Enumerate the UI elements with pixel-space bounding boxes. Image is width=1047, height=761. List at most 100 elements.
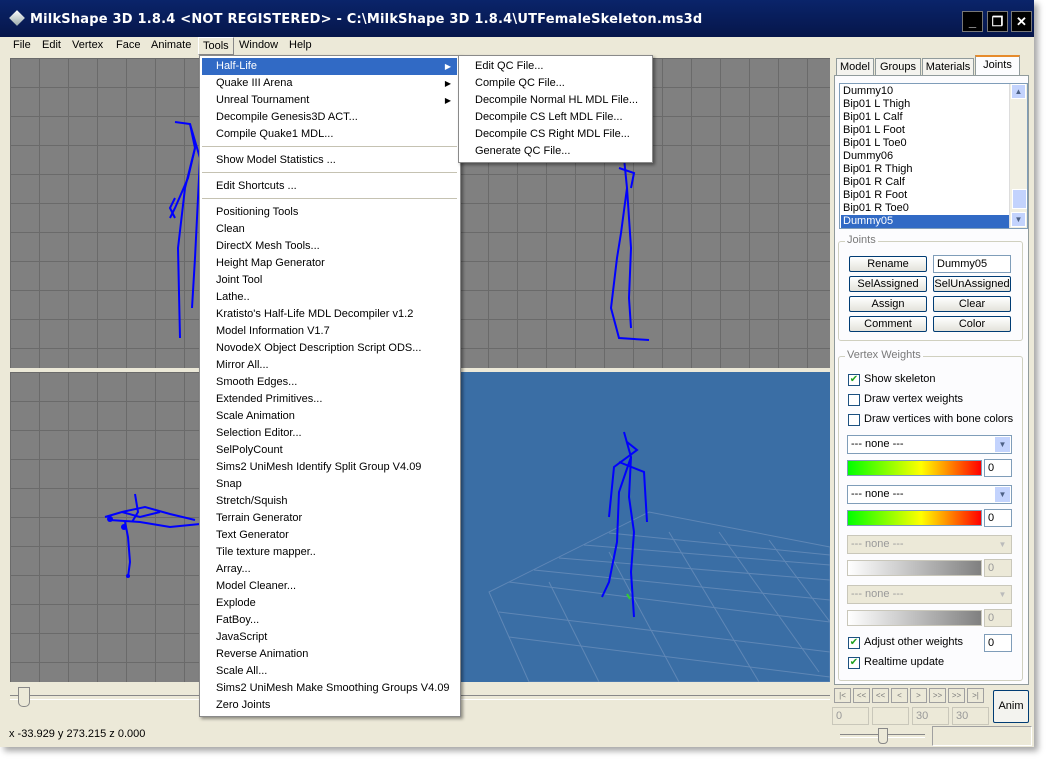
menu-file[interactable]: File	[9, 37, 35, 55]
show-skeleton-checkbox[interactable]: ✔	[848, 374, 860, 386]
timeline-thumb[interactable]	[18, 687, 30, 707]
menu-window[interactable]: Window	[235, 37, 282, 55]
menu-item-half-life[interactable]: Half-Life ▶	[202, 58, 457, 75]
adjust-other-weights-checkbox[interactable]: ✔	[848, 637, 860, 649]
chevron-down-icon[interactable]: ▼	[995, 437, 1010, 452]
menu-item-decompile-normal[interactable]: Decompile Normal HL MDL File...	[461, 92, 649, 109]
nav-prev-key-button[interactable]: <<	[853, 688, 870, 703]
maximize-button[interactable]: ❐	[987, 11, 1008, 32]
tab-joints[interactable]: Joints	[975, 55, 1020, 75]
rename-button[interactable]: Rename	[849, 256, 927, 272]
list-item[interactable]: Bip01 R Calf	[843, 176, 905, 189]
list-item[interactable]: Bip01 R Thigh	[843, 163, 913, 176]
list-item[interactable]: Dummy06	[843, 150, 893, 163]
menu-item-plugin[interactable]: Sims2 UniMesh Make Smoothing Groups V4.0…	[202, 680, 457, 697]
menu-item-plugin[interactable]: Smooth Edges...	[202, 374, 457, 391]
menu-item-plugin[interactable]: Scale Animation	[202, 408, 457, 425]
menu-item-plugin[interactable]: Terrain Generator	[202, 510, 457, 527]
weight-bar-1[interactable]	[847, 460, 982, 476]
sel-assigned-button[interactable]: SelAssigned	[849, 276, 927, 292]
menu-item-plugin[interactable]: Extended Primitives...	[202, 391, 457, 408]
nav-prev-button[interactable]: <	[891, 688, 908, 703]
draw-vertex-weights-checkbox[interactable]	[848, 394, 860, 406]
menu-item-plugin[interactable]: Array...	[202, 561, 457, 578]
viewport-3d[interactable]	[459, 372, 830, 682]
tab-model[interactable]: Model	[836, 58, 874, 75]
scroll-up-icon[interactable]: ▲	[1011, 84, 1026, 99]
menu-item-quake3[interactable]: Quake III Arena ▶	[202, 75, 457, 92]
menu-item-plugin[interactable]: Sims2 UniMesh Identify Split Group V4.09	[202, 459, 457, 476]
clear-button[interactable]: Clear	[933, 296, 1011, 312]
list-item[interactable]: Bip01 R Toe0	[843, 202, 909, 215]
menu-item-plugin[interactable]: NovodeX Object Description Script ODS...	[202, 340, 457, 357]
scroll-thumb[interactable]	[1012, 189, 1027, 209]
menu-item-plugin[interactable]: Lathe..	[202, 289, 457, 306]
chevron-down-icon[interactable]: ▼	[995, 487, 1010, 502]
menu-item-edit-qc[interactable]: Edit QC File...	[461, 58, 649, 75]
sel-unassigned-button[interactable]: SelUnAssigned	[933, 276, 1011, 292]
nav-forward-button[interactable]: >>	[929, 688, 946, 703]
scroll-down-icon[interactable]: ▼	[1011, 212, 1026, 227]
frame-end-field[interactable]: 30	[912, 707, 949, 725]
nav-last-button[interactable]: >|	[967, 688, 984, 703]
close-button[interactable]: ✕	[1011, 11, 1032, 32]
list-item[interactable]: Bip01 R Foot	[843, 189, 907, 202]
menu-item-edit-shortcuts[interactable]: Edit Shortcuts ...	[202, 178, 457, 195]
menu-item-plugin[interactable]: Positioning Tools	[202, 204, 457, 221]
list-item[interactable]: Dummy10	[843, 85, 893, 98]
menu-item-plugin[interactable]: SelPolyCount	[202, 442, 457, 459]
menu-item-plugin[interactable]: Snap	[202, 476, 457, 493]
adjust-weights-value[interactable]: 0	[984, 634, 1012, 652]
nav-first-button[interactable]: |<	[834, 688, 851, 703]
assign-button[interactable]: Assign	[849, 296, 927, 312]
nav-rewind-button[interactable]: <<	[872, 688, 889, 703]
joint-list[interactable]: Dummy10 Bip01 L Thigh Bip01 L Calf Bip01…	[839, 83, 1028, 229]
menu-animate[interactable]: Animate	[147, 37, 195, 55]
nav-next-button[interactable]: >	[910, 688, 927, 703]
bone-combo-2[interactable]: --- none --- ▼	[847, 485, 1012, 504]
menu-item-plugin[interactable]: Height Map Generator	[202, 255, 457, 272]
menu-item-plugin[interactable]: Kratisto's Half-Life MDL Decompiler v1.2	[202, 306, 457, 323]
menu-item-plugin[interactable]: Selection Editor...	[202, 425, 457, 442]
weight-bar-2[interactable]	[847, 510, 982, 526]
list-item[interactable]: Bip01 L Calf	[843, 111, 903, 124]
frame-current-field[interactable]	[872, 707, 909, 725]
menu-tools[interactable]: Tools	[198, 37, 234, 55]
menu-item-generate-qc[interactable]: Generate QC File...	[461, 143, 649, 160]
joint-name-field[interactable]: Dummy05	[933, 255, 1011, 273]
menu-item-plugin[interactable]: Stretch/Squish	[202, 493, 457, 510]
tab-materials[interactable]: Materials	[922, 58, 974, 75]
menu-item-unreal[interactable]: Unreal Tournament ▶	[202, 92, 457, 109]
menu-item-plugin[interactable]: Text Generator	[202, 527, 457, 544]
menu-vertex[interactable]: Vertex	[68, 37, 107, 55]
menu-item-compile-qc[interactable]: Compile QC File...	[461, 75, 649, 92]
menu-item-plugin[interactable]: Model Information V1.7	[202, 323, 457, 340]
menu-face[interactable]: Face	[112, 37, 144, 55]
bone-combo-1[interactable]: --- none --- ▼	[847, 435, 1012, 454]
draw-bone-colors-checkbox[interactable]	[848, 414, 860, 426]
zoom-slider-thumb[interactable]	[878, 728, 888, 744]
menu-item-model-statistics[interactable]: Show Model Statistics ...	[202, 152, 457, 169]
menu-item-plugin[interactable]: Tile texture mapper..	[202, 544, 457, 561]
menu-edit[interactable]: Edit	[38, 37, 65, 55]
frame-start-field[interactable]: 0	[832, 707, 869, 725]
menu-item-plugin[interactable]: Clean	[202, 221, 457, 238]
menu-item-compile-quake1[interactable]: Compile Quake1 MDL...	[202, 126, 457, 143]
list-scrollbar[interactable]: ▲ ▼	[1009, 84, 1027, 228]
menu-item-plugin[interactable]: Reverse Animation	[202, 646, 457, 663]
menu-item-plugin[interactable]: Model Cleaner...	[202, 578, 457, 595]
menu-help[interactable]: Help	[285, 37, 316, 55]
menu-item-plugin[interactable]: Mirror All...	[202, 357, 457, 374]
menu-item-plugin[interactable]: Joint Tool	[202, 272, 457, 289]
menu-item-decompile-cs-left[interactable]: Decompile CS Left MDL File...	[461, 109, 649, 126]
menu-item-plugin[interactable]: Explode	[202, 595, 457, 612]
list-item[interactable]: Bip01 L Foot	[843, 124, 905, 137]
color-button[interactable]: Color	[933, 316, 1011, 332]
menu-item-plugin[interactable]: Zero Joints	[202, 697, 457, 714]
anim-button[interactable]: Anim	[993, 690, 1029, 723]
menu-item-plugin[interactable]: JavaScript	[202, 629, 457, 646]
minimize-button[interactable]: _	[962, 11, 983, 32]
menu-item-plugin[interactable]: FatBoy...	[202, 612, 457, 629]
list-item[interactable]: Bip01 L Toe0	[843, 137, 907, 150]
tab-groups[interactable]: Groups	[875, 58, 921, 75]
